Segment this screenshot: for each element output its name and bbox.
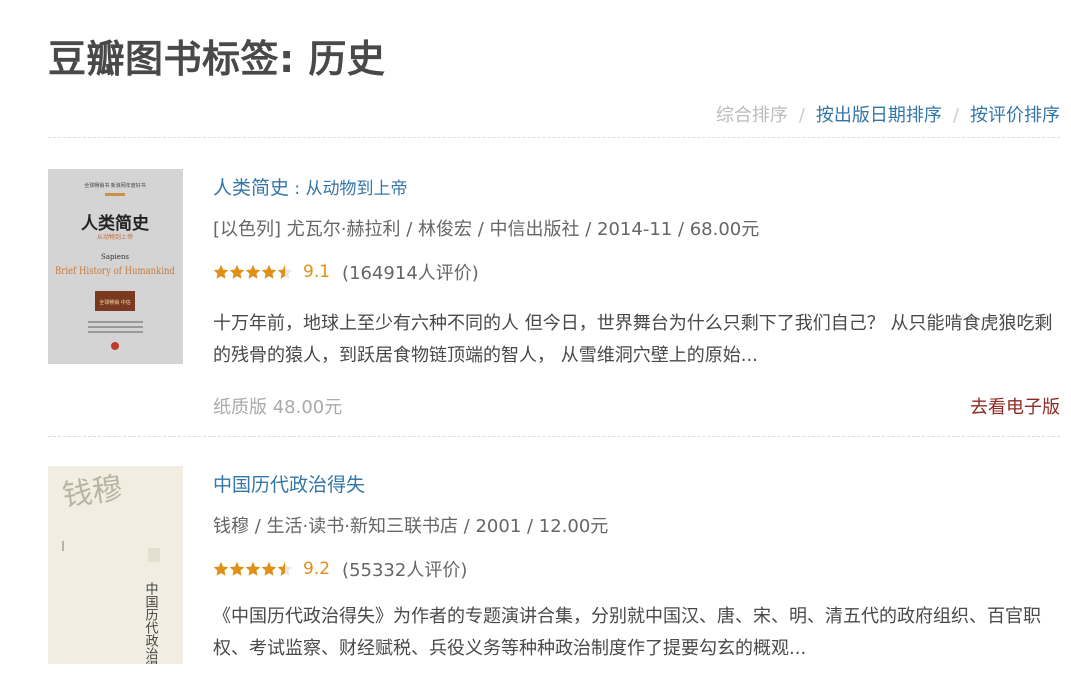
rating-stars [213,264,293,280]
book-cover-art: 钱穆 中国历代政治得失 [48,466,183,664]
cover-cn-title: 人类简史 [81,213,150,234]
rating-score: 9.2 [303,559,331,579]
book-title[interactable]: 中国历代政治得失 [213,474,365,496]
star-icon [213,264,229,279]
rating-count: (55332人评价) [342,560,468,581]
sort-option-rating[interactable]: 按评价排序 [970,105,1060,126]
book-title[interactable]: 人类简史 [213,177,289,199]
sort-bar: 综合排序 / 按出版日期排序 / 按评价排序 [716,101,1060,127]
star-icon [277,561,293,576]
ebook-link[interactable]: 去看电子版 [970,393,1060,419]
sort-option-date[interactable]: 按出版日期排序 [816,105,942,126]
cover-vertical-title: 中国历代政治得失 [143,582,159,664]
star-icon [277,264,293,279]
book-cover[interactable]: 钱穆 中国历代政治得失 [48,466,183,664]
divider [48,436,1060,437]
book-item: 钱穆 中国历代政治得失 中国历代政治得失 钱穆 / 生活·读书·新知三联书店 /… [48,466,1060,680]
rating-score: 9.1 [303,262,331,282]
book-title-link[interactable]: 人类简史 : 从动物到上帝 [213,173,408,200]
page: 豆瓣图书标签: 历史 综合排序 / 按出版日期排序 / 按评价排序 全球畅销书 新浪网年… [0,0,1071,680]
star-icon [261,264,277,279]
book-title-link[interactable]: 中国历代政治得失 [213,470,365,497]
star-icon [261,561,277,576]
page-title: 豆瓣图书标签: 历史 [48,37,386,81]
book-subtitle[interactable]: : 从动物到上帝 [289,179,407,199]
book-item: 全球畅销书 新浪网年度好书 人类简史 从动物到上帝 Sapiens Brief … [48,169,1060,419]
sort-option-default[interactable]: 综合排序 [716,105,788,126]
star-icon [213,561,229,576]
cover-badge: 全球畅销 中信 [99,299,131,306]
cover-top-text: 全球畅销书 新浪网年度好书 [84,182,146,189]
star-icon [229,561,245,576]
star-icon [245,561,261,576]
cover-en-small: Sapiens [101,253,129,261]
book-pub-info: [以色列] 尤瓦尔·赫拉利 / 林俊宏 / 中信出版社 / 2014-11 / … [213,219,760,240]
book-rating: 9.2 (55332人评价) [213,556,467,582]
divider [48,137,1060,138]
cover-cn-subtitle: 从动物到上帝 [97,233,133,241]
sort-separator: / [952,105,959,126]
star-icon [245,264,261,279]
cover-en-title: Brief History of Humankind [55,265,175,277]
book-intro: 十万年前，地球上至少有六种不同的人 但今日，世界舞台为什么只剩下了我们自己？ 从… [213,313,1053,366]
rating-count: (164914人评价) [342,263,479,284]
book-cover-art: 全球畅销书 新浪网年度好书 人类简史 从动物到上帝 Sapiens Brief … [48,169,183,364]
book-intro: 《中国历代政治得失》为作者的专题演讲合集，分别就中国汉、唐、宋、明、清五代的政府… [213,606,1041,659]
book-cover[interactable]: 全球畅销书 新浪网年度好书 人类简史 从动物到上帝 Sapiens Brief … [48,169,183,364]
rating-stars [213,561,293,577]
book-pub-info: 钱穆 / 生活·读书·新知三联书店 / 2001 / 12.00元 [213,516,609,537]
sort-separator: / [798,105,805,126]
paper-price: 纸质版 48.00元 [213,397,343,418]
star-icon [229,264,245,279]
book-rating: 9.1 (164914人评价) [213,259,479,285]
